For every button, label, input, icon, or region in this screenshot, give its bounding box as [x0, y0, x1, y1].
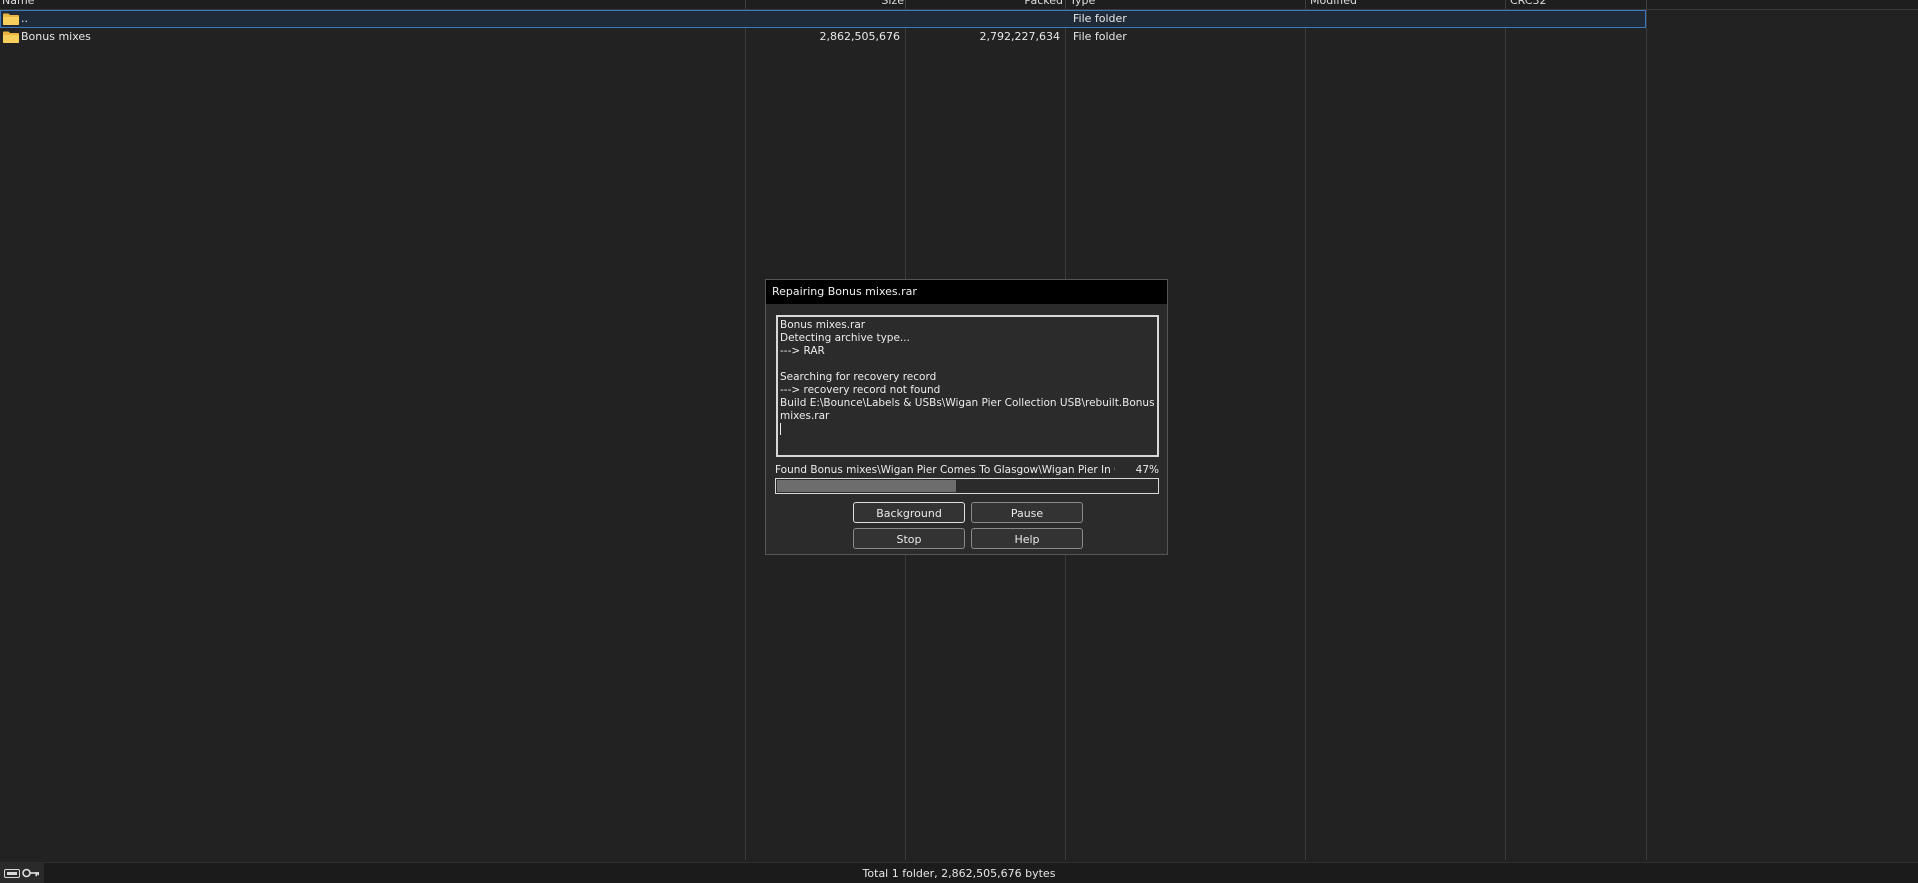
file-packed: 2,792,227,634 [979, 30, 1060, 43]
background-button[interactable]: Background [853, 502, 965, 523]
column-divider [1646, 0, 1647, 860]
status-bar: Total 1 folder, 2,862,505,676 bytes [0, 862, 1918, 883]
progress-bar [775, 478, 1159, 494]
file-packed [906, 10, 1060, 28]
column-crc32-header[interactable]: CRC32 [1510, 0, 1630, 9]
column-divider [745, 0, 746, 860]
column-modified-header[interactable]: Modified [1310, 0, 1460, 9]
dialog-title[interactable]: Repairing Bonus mixes.rar [766, 280, 1167, 304]
log-line: ---> recovery record not found [780, 384, 941, 396]
stop-button[interactable]: Stop [853, 528, 965, 549]
column-divider [1305, 0, 1306, 860]
archive-manager-window: Name Size Packed Type Modified CRC32 .. … [0, 0, 1918, 883]
file-size: 2,862,505,676 [819, 30, 900, 43]
log-line: ---> RAR [780, 345, 825, 357]
log-line: Build E:\Bounce\Labels & USBs\Wigan Pier… [780, 397, 1158, 422]
column-header: Name Size Packed Type Modified CRC32 [0, 0, 1918, 10]
drive-icon[interactable] [4, 869, 20, 878]
column-divider [1505, 0, 1506, 860]
log-line: Bonus mixes.rar [780, 319, 866, 331]
current-file-label: Found Bonus mixes\Wigan Pier Comes To Gl… [775, 464, 1115, 476]
status-icons [0, 863, 44, 883]
text-caret [780, 423, 781, 435]
progress-bar-fill [777, 480, 956, 492]
file-name: Bonus mixes [21, 30, 91, 43]
progress-percent: 47% [1135, 464, 1159, 476]
help-button[interactable]: Help [971, 528, 1083, 549]
repair-dialog: Repairing Bonus mixes.rar Bonus mixes.ra… [765, 279, 1168, 555]
column-name-header[interactable]: Name [2, 0, 122, 9]
folder-icon [3, 31, 19, 43]
key-icon[interactable] [22, 868, 40, 878]
pause-button[interactable]: Pause [971, 502, 1083, 523]
file-name: .. [21, 12, 28, 25]
column-packed-header[interactable]: Packed [906, 0, 1063, 9]
column-type-header[interactable]: Type [1070, 0, 1220, 9]
file-row-bonus-mixes[interactable]: Bonus mixes 2,862,505,676 2,792,227,634 … [0, 28, 1646, 46]
file-size [746, 10, 900, 28]
column-size-header[interactable]: Size [746, 0, 904, 9]
repair-log-textbox[interactable]: Bonus mixes.rar Detecting archive type..… [776, 315, 1159, 457]
log-line: Detecting archive type... [780, 332, 910, 344]
file-type: File folder [1073, 12, 1127, 25]
file-type: File folder [1073, 30, 1127, 43]
folder-icon [3, 13, 19, 25]
log-line: Searching for recovery record [780, 371, 937, 383]
file-row-parent[interactable]: .. File folder [0, 10, 1646, 28]
status-summary: Total 1 folder, 2,862,505,676 bytes [862, 867, 1056, 880]
